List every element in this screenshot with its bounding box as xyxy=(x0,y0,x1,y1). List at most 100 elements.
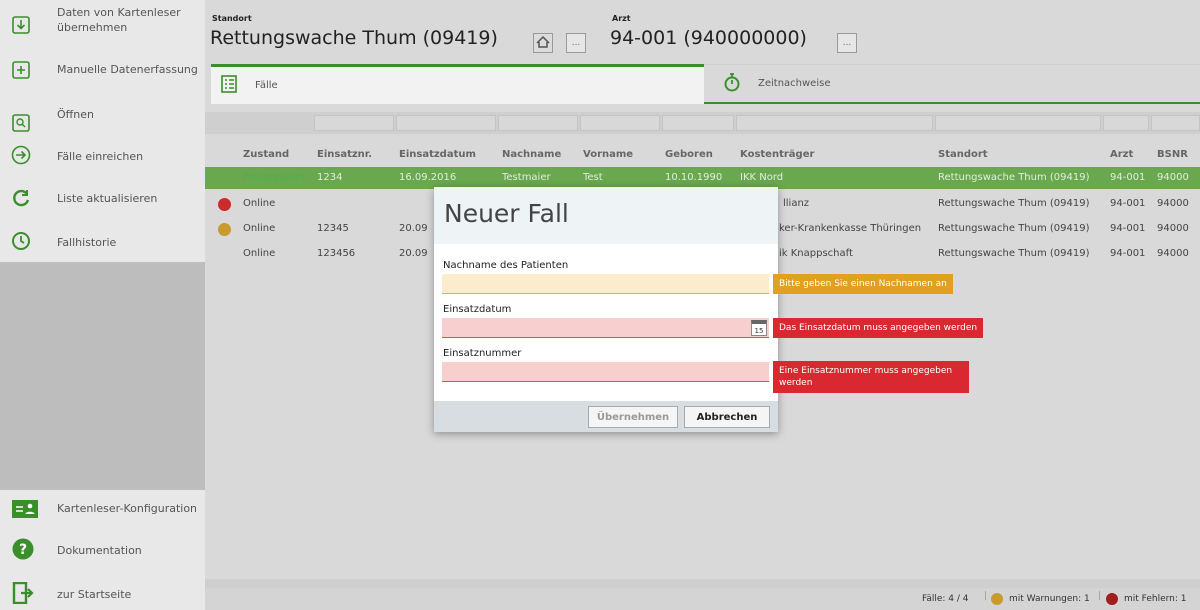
einsatznummer-error-tooltip: Eine Einsatznummer muss angegeben werden xyxy=(773,361,969,393)
filter-standort[interactable] xyxy=(935,115,1101,131)
cell-zustand: Online xyxy=(243,223,276,234)
column-header[interactable]: BSNR xyxy=(1157,149,1188,160)
filter-arzt[interactable] xyxy=(1103,115,1149,131)
sidebar-item-fallhistorie[interactable]: Fallhistorie xyxy=(0,228,205,264)
cell-bsnr: 94000 xyxy=(1157,223,1189,234)
arzt-more-button[interactable]: ... xyxy=(837,33,857,53)
calendar-day: 15 xyxy=(754,327,764,335)
cell-bsnr: 94000 xyxy=(1157,248,1189,259)
filter-einsatznr[interactable] xyxy=(314,115,394,131)
divider: | xyxy=(984,591,988,601)
abbrechen-button[interactable]: Abbrechen xyxy=(684,406,770,428)
dialog-title: Neuer Fall xyxy=(444,199,569,228)
error-dot-icon xyxy=(1106,593,1118,605)
column-header[interactable]: Standort xyxy=(938,149,988,160)
cell-bsnr: 94000 xyxy=(1157,198,1189,209)
errors-count: mit Fehlern: 1 xyxy=(1124,594,1187,604)
home-location-button[interactable] xyxy=(533,33,553,53)
refresh-icon xyxy=(10,187,32,209)
einsatzdatum-input[interactable] xyxy=(442,318,769,338)
filter-nachname[interactable] xyxy=(498,115,578,131)
cell-nachname: Testmaier xyxy=(502,172,551,183)
status-warning-dot xyxy=(218,223,231,236)
sidebar-item-kartenleser-uebernehmen[interactable]: Daten von Kartenleser übernehmen xyxy=(0,4,205,44)
cell-kostentraeger: ik Knappschaft xyxy=(779,248,853,259)
sidebar-item-label: Dokumentation xyxy=(57,544,142,557)
cell-standort: Rettungswache Thum (09419) xyxy=(938,198,1090,209)
cell-standort: Rettungswache Thum (09419) xyxy=(938,172,1090,183)
sidebar-item-label: Öffnen xyxy=(57,108,94,121)
help-icon: ? xyxy=(12,538,34,560)
column-header[interactable]: Nachname xyxy=(502,149,561,160)
tab-label: Zeitnachweise xyxy=(758,78,831,89)
nachname-input[interactable] xyxy=(442,274,769,294)
sidebar-item-liste-aktualisieren[interactable]: Liste aktualisieren xyxy=(0,185,205,221)
sidebar-item-label: zur Startseite xyxy=(57,588,132,601)
filter-kostentraeger[interactable] xyxy=(736,115,933,131)
cell-standort: Rettungswache Thum (09419) xyxy=(938,248,1090,259)
uebernehmen-button[interactable]: Übernehmen xyxy=(588,406,678,428)
einsatznummer-label: Einsatznummer xyxy=(443,348,522,359)
status-bar: Fälle: 4 / 4 | mit Warnungen: 1 | mit Fe… xyxy=(205,588,1200,610)
column-header[interactable]: Zustand xyxy=(243,149,289,160)
cell-kostentraeger: IKK Nord xyxy=(740,172,784,183)
sidebar-item-label: Manuelle Datenerfassung xyxy=(57,63,198,76)
cell-arzt: 94-001 xyxy=(1110,172,1146,183)
filter-bsnr[interactable] xyxy=(1151,115,1200,131)
table-row[interactable]: Freigegeben 1234 16.09.2016 Testmaier Te… xyxy=(205,167,1200,189)
column-header[interactable]: Kostenträger xyxy=(740,149,814,160)
standort-value: Rettungswache Thum (09419) xyxy=(210,27,498,49)
table-header: Zustand Einsatznr. Einsatzdatum Nachname… xyxy=(205,145,1200,167)
arrow-right-icon xyxy=(10,144,32,166)
cell-einsatzdatum: 20.09 xyxy=(399,248,428,259)
cell-kostentraeger: llianz xyxy=(783,198,810,209)
download-icon xyxy=(10,14,32,36)
home-icon xyxy=(536,35,550,51)
column-header[interactable]: Einsatzdatum xyxy=(399,149,476,160)
sidebar-item-oeffnen[interactable]: Öffnen xyxy=(0,100,205,136)
cell-arzt: 94-001 xyxy=(1110,248,1146,259)
sidebar-item-label: Daten von Kartenleser übernehmen xyxy=(57,6,181,34)
card-reader-icon xyxy=(12,498,38,520)
tab-faelle[interactable]: Fälle xyxy=(211,64,704,104)
cell-einsatznr: 12345 xyxy=(317,223,349,234)
cell-einsatznr: 1234 xyxy=(317,172,343,183)
cell-vorname: Test xyxy=(583,172,603,183)
column-header[interactable]: Einsatznr. xyxy=(317,149,372,160)
sidebar-item-dokumentation[interactable]: ? Dokumentation xyxy=(0,538,205,564)
plus-icon xyxy=(10,59,32,81)
cell-einsatzdatum: 16.09.2016 xyxy=(399,172,457,183)
column-header[interactable]: Vorname xyxy=(583,149,633,160)
sidebar-item-label: Fallhistorie xyxy=(57,236,117,249)
cell-geboren: 10.10.1990 xyxy=(665,172,723,183)
nachname-label: Nachname des Patienten xyxy=(443,260,569,271)
warning-dot-icon xyxy=(991,593,1003,605)
standort-label: Standort xyxy=(212,14,252,23)
sidebar-item-zur-startseite[interactable]: zur Startseite xyxy=(0,582,205,608)
filter-einsatzdatum[interactable] xyxy=(396,115,496,131)
cell-zustand: Online xyxy=(243,248,276,259)
divider: | xyxy=(1098,591,1102,601)
stopwatch-icon xyxy=(724,72,740,95)
sidebar-item-manuelle-datenerfassung[interactable]: Manuelle Datenerfassung xyxy=(0,55,205,91)
sidebar-item-faelle-einreichen[interactable]: Fälle einreichen xyxy=(0,142,205,178)
column-header[interactable]: Geboren xyxy=(665,149,713,160)
cell-zustand: Freigegeben xyxy=(243,172,305,183)
filter-geboren[interactable] xyxy=(662,115,734,131)
column-header[interactable]: Arzt xyxy=(1110,149,1133,160)
warnings-count: mit Warnungen: 1 xyxy=(1009,594,1090,604)
horizontal-scrollbar[interactable] xyxy=(205,579,1200,588)
filter-vorname[interactable] xyxy=(580,115,660,131)
dialog-footer: Übernehmen Abbrechen xyxy=(434,401,778,432)
tab-zeitnachweise[interactable]: Zeitnachweise xyxy=(704,64,1200,104)
nachname-warning-tooltip: Bitte geben Sie einen Nachnamen an xyxy=(773,274,953,294)
calendar-icon[interactable]: 15 xyxy=(751,320,767,336)
einsatznummer-input[interactable] xyxy=(442,362,769,382)
history-icon xyxy=(10,230,32,252)
tab-label: Fälle xyxy=(255,80,278,91)
tab-bar: Fälle Zeitnachweise xyxy=(205,64,1200,104)
einsatzdatum-error-tooltip: Das Einsatzdatum muss angegeben werden xyxy=(773,318,984,338)
cell-arzt: 94-001 xyxy=(1110,198,1146,209)
standort-more-button[interactable]: ... xyxy=(566,33,586,53)
sidebar-item-kartenleser-konfiguration[interactable]: Kartenleser-Konfiguration xyxy=(0,496,205,522)
